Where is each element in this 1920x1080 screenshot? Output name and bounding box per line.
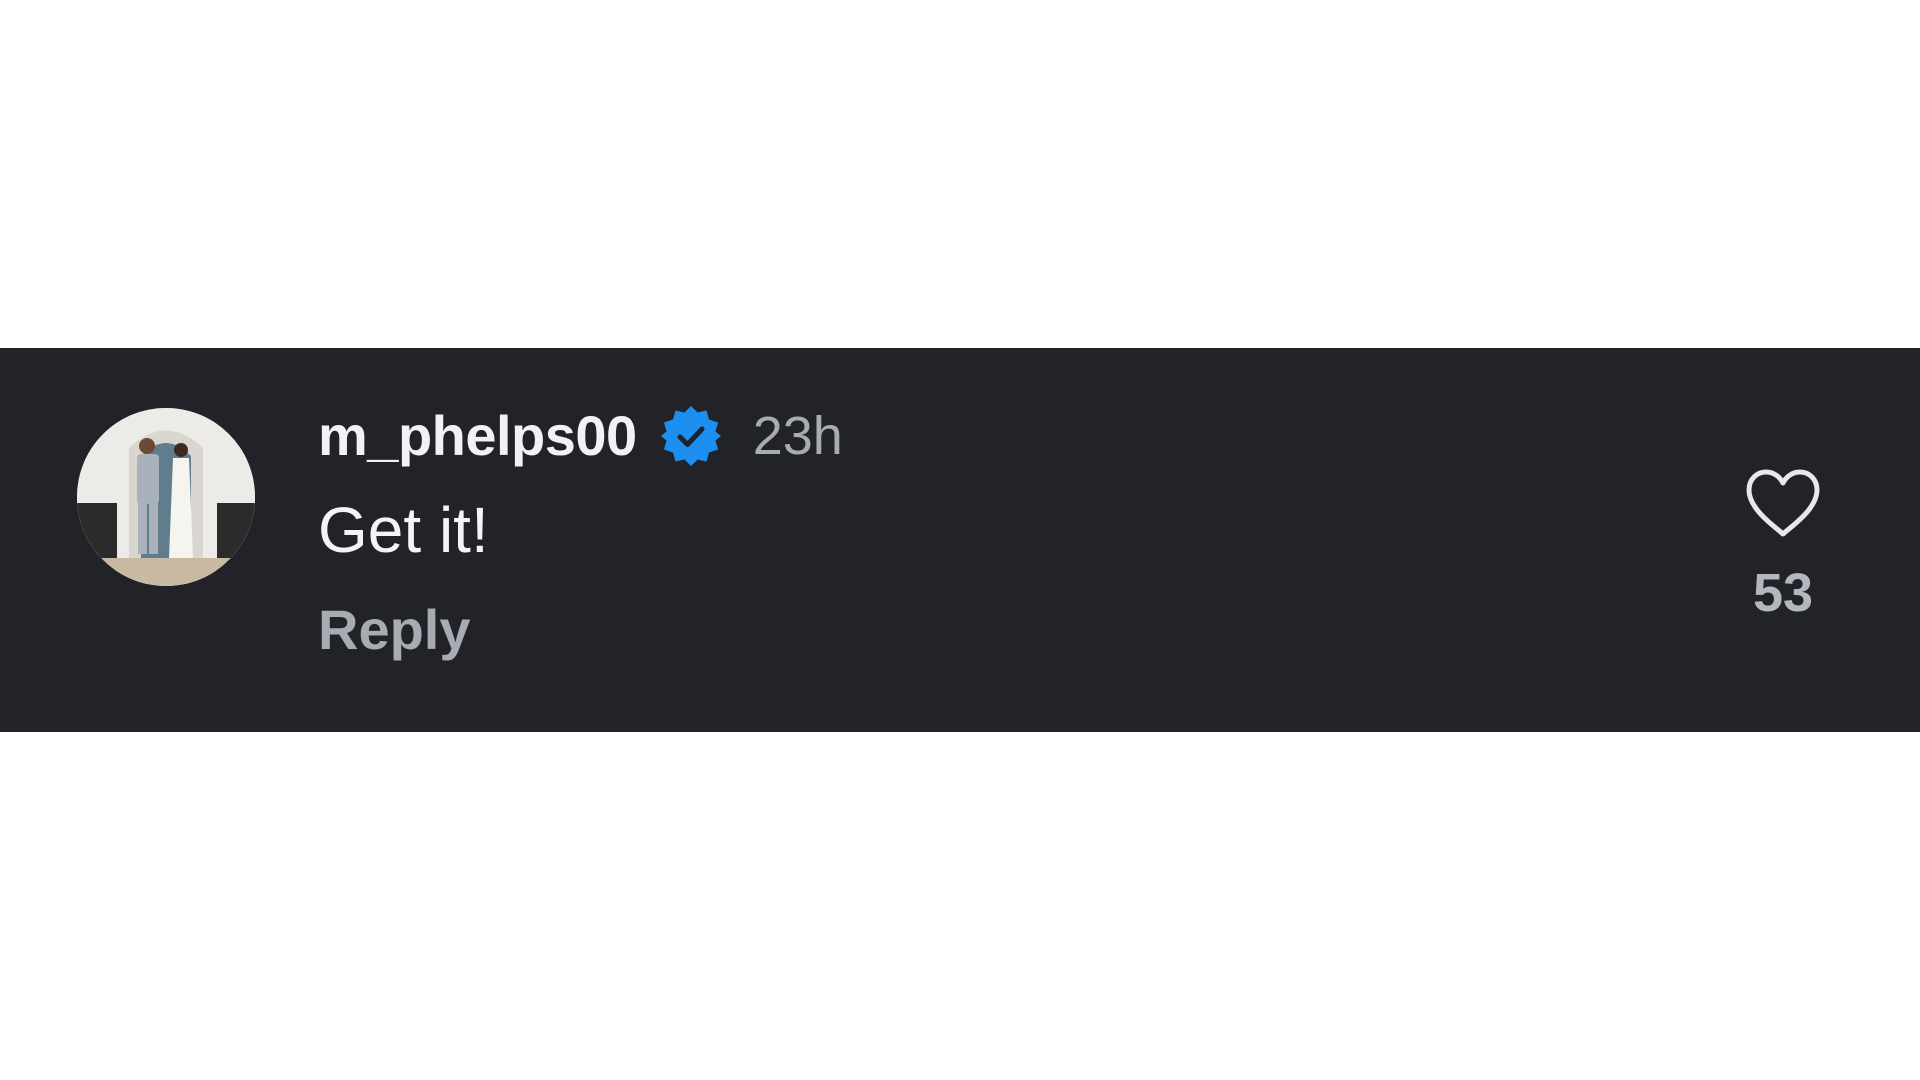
reply-button[interactable]: Reply (318, 602, 471, 658)
username[interactable]: m_phelps00 (318, 408, 637, 464)
like-count: 53 (1752, 563, 1814, 623)
like-section: 53 (1738, 468, 1828, 620)
heart-icon[interactable] (1743, 468, 1823, 540)
timestamp: 23h (752, 406, 843, 466)
comment-text: Get it! (318, 494, 489, 566)
avatar[interactable] (77, 408, 255, 586)
comment-row: m_phelps00 23h Get it! Reply 53 (0, 348, 1920, 732)
verified-badge-icon (659, 404, 723, 468)
avatar-photo (77, 408, 255, 586)
comment-header: m_phelps00 23h (318, 396, 843, 476)
page: m_phelps00 23h Get it! Reply 53 (0, 0, 1920, 1080)
